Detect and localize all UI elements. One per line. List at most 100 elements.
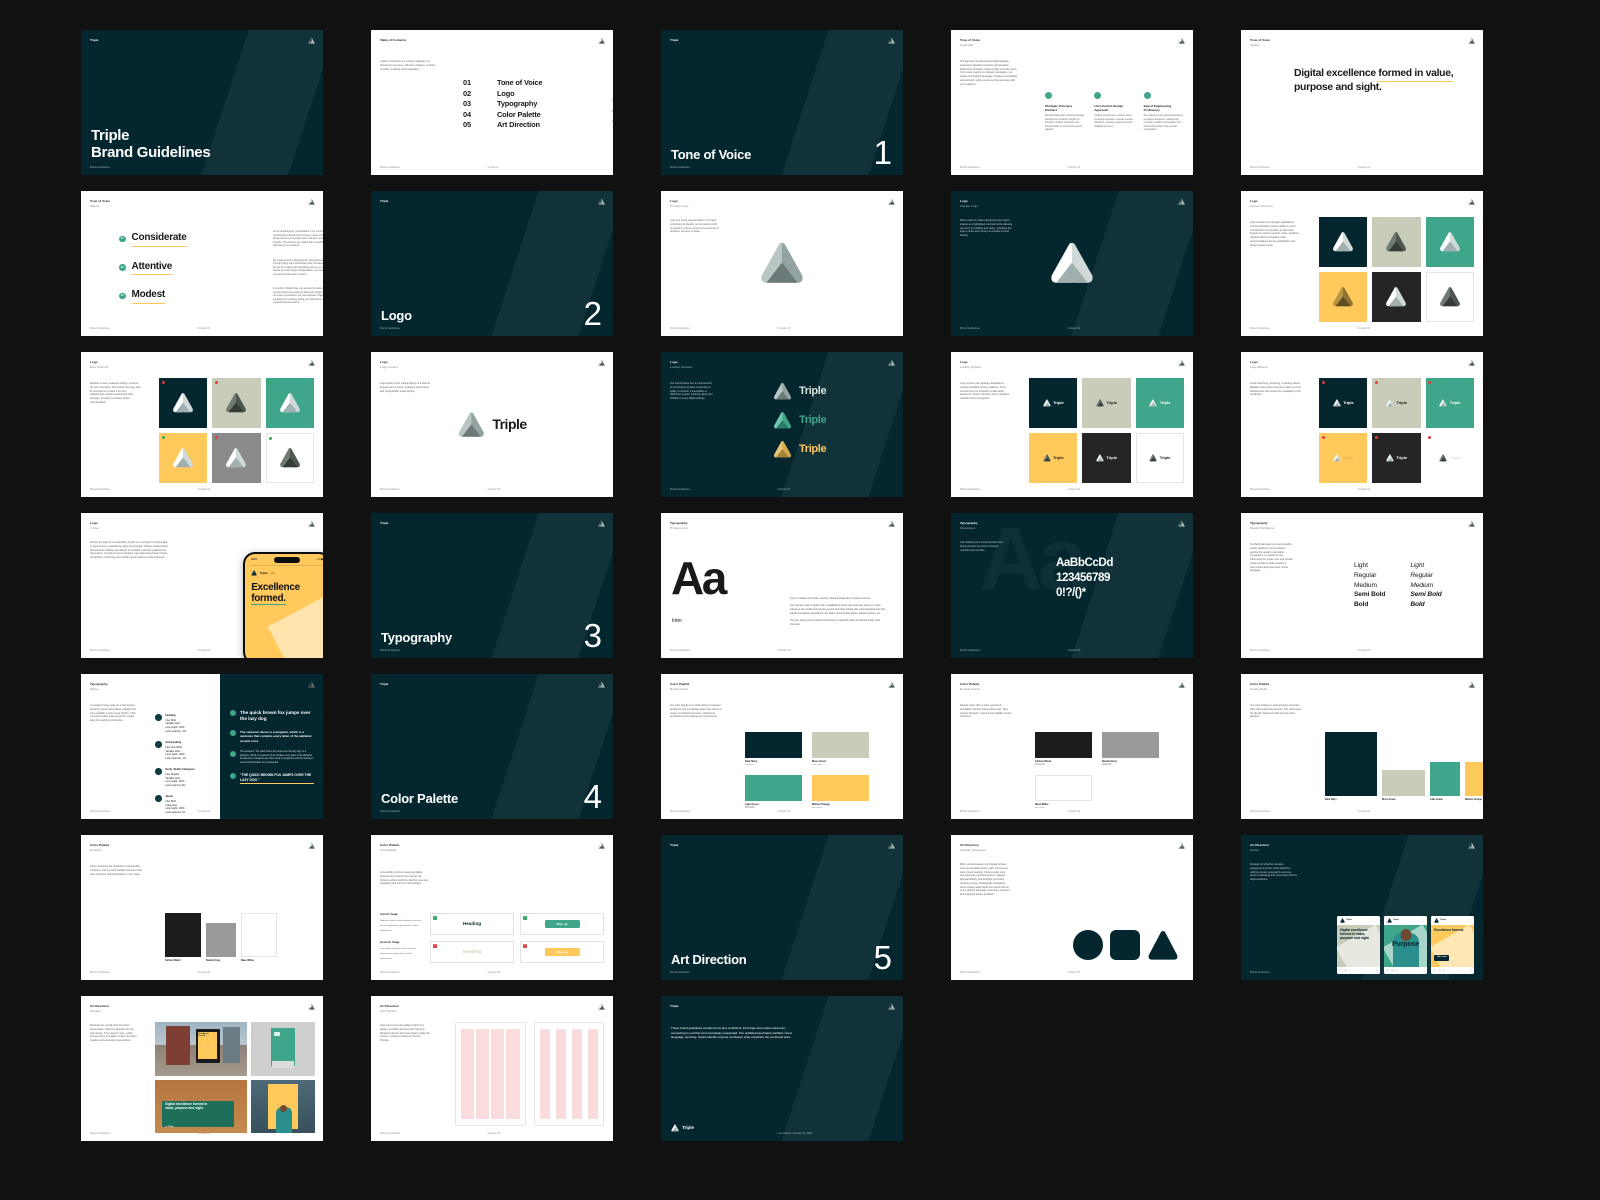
type-style-letterspacing: Letter spacing: 0% xyxy=(165,784,186,788)
logo-misuse-cell: Triple xyxy=(1319,378,1368,428)
slide-logo-mark xyxy=(308,359,315,366)
slide-header-title: Triple xyxy=(670,38,679,42)
slide-header-subtitle: Lockup Versions xyxy=(670,364,693,369)
slide-divider-typo[interactable]: Triple Brand Guidelines Typography 3 xyxy=(371,513,613,658)
slide-footer: Brand Guidelines Chapter 04 xyxy=(960,810,1184,814)
slide-logo-app[interactable]: Logo In Use Brand Guidelines Chapter 02 I… xyxy=(81,513,323,658)
slide-header-subtitle: Social xyxy=(1250,847,1259,852)
triple-logo-icon xyxy=(888,359,895,366)
footer-left: Brand Guidelines xyxy=(380,970,400,974)
awning-logo: ▲ Triple xyxy=(165,1125,174,1128)
footer-left: Brand Guidelines xyxy=(960,165,980,169)
slide-art-social[interactable]: Art Direction Social Brand Guidelines Ch… xyxy=(1241,835,1483,980)
slide-logo-mark xyxy=(308,198,315,205)
slide-cover[interactable]: Triple Brand Guidelines Triple Brand Guid… xyxy=(81,30,323,175)
grid-column xyxy=(555,1029,566,1119)
toc-item-page: 16 xyxy=(612,99,613,103)
slide-color-neutrals[interactable]: Color Palette Neutral Colors Brand Guide… xyxy=(951,674,1193,819)
slide-tone-approach[interactable]: Tone of Voice Approach Brand Guidelines … xyxy=(951,30,1193,175)
slide-typo-scale[interactable]: Typography Styles Brand Guidelines Chapt… xyxy=(81,674,323,819)
toc-item-number: 05 xyxy=(463,120,471,130)
toc-item[interactable]: 03 Typography 16 xyxy=(463,99,613,110)
slide-tone-values[interactable]: Tone of Voice Values Brand Guidelines Ch… xyxy=(81,191,323,336)
slide-logo-misuse[interactable]: Logo Logo Misuse Brand Guidelines Chapte… xyxy=(1241,352,1483,497)
more-icon: ⋯ xyxy=(1422,919,1425,922)
color-hex: #C9CCB9 xyxy=(812,763,823,766)
footer-left: Brand Guidelines xyxy=(670,165,690,169)
heading-sample: Heading xyxy=(462,948,482,954)
signup-button[interactable]: Sign up xyxy=(544,919,580,929)
bookmark-icon: ⌷ xyxy=(1422,968,1425,972)
slide-toc[interactable]: Table of Contents Brand Guidelines Conte… xyxy=(371,30,613,175)
logo-lockup: Triple xyxy=(457,411,527,439)
toc-item[interactable]: 04 Color Palette 22 xyxy=(463,110,613,121)
comment-icon: ▢ xyxy=(1391,968,1394,972)
weight-item: Medium xyxy=(1410,581,1434,589)
slide-color-primary[interactable]: Color Palette Brand Colors Brand Guideli… xyxy=(661,674,903,819)
toc-item[interactable]: 01 Tone of Voice 4 xyxy=(463,78,543,89)
slide-body-copy: Logo versions are strategic adaptations,… xyxy=(1250,221,1300,247)
slide-logo-mark xyxy=(888,37,895,44)
triple-logo-icon xyxy=(598,520,605,527)
slide-header: Logo Lockup Versions xyxy=(670,360,693,369)
signup-button[interactable]: Sign up xyxy=(544,947,580,957)
slide-tone-tagline[interactable]: Tone of Voice Tagline Brand Guidelines C… xyxy=(1241,30,1483,175)
slide-divider-art[interactable]: Triple Brand Guidelines Art Direction 5 xyxy=(661,835,903,980)
slide-header: Logo Logo Lockup xyxy=(380,360,398,369)
footer-right: Chapter 02 xyxy=(1067,326,1081,330)
slide-color-contrast[interactable]: Color Palette Contrast Brand Guidelines … xyxy=(81,835,323,980)
logo-misuse-cell: Triple xyxy=(1425,433,1474,483)
slide-closing[interactable]: Triple Last edition: January 20, 2024 The… xyxy=(661,996,903,1141)
footer-left: Brand Guidelines xyxy=(90,648,110,652)
slide-art-shapes[interactable]: Art Direction Graphic Language Brand Gui… xyxy=(951,835,1193,980)
slide-color-accessibility[interactable]: Color Palette Accessibility Brand Guidel… xyxy=(371,835,613,980)
logo-swatch xyxy=(212,433,261,483)
toc-item[interactable]: 02 Logo 8 xyxy=(463,89,542,100)
slide-typo-glyphs[interactable]: Typography Characters Brand Guidelines C… xyxy=(951,513,1193,658)
slide-logo-primary[interactable]: Logo Primary Logo Brand Guidelines Chapt… xyxy=(661,191,903,336)
slide-header: Art Direction Graphic Language xyxy=(960,843,985,852)
status-error-icon xyxy=(1428,435,1432,439)
slide-art-photography[interactable]: Art Direction Outdoor Brand Guidelines C… xyxy=(81,996,323,1141)
table-of-contents: 01 Tone of Voice 4 02 Logo 8 03 Typograp… xyxy=(463,78,613,131)
bookmark-icon: ⌷ xyxy=(1469,968,1472,972)
phone-headline-1: Excellence xyxy=(251,582,300,594)
slide-typo-weights[interactable]: Typography Weight Variations Brand Guide… xyxy=(1241,513,1483,658)
type-style-lineheight: Line height: 130% xyxy=(165,807,185,811)
slide-header-subtitle: Lockup System xyxy=(960,364,982,369)
slide-typo-family[interactable]: Typography Primary Font Brand Guidelines… xyxy=(661,513,903,658)
slide-header: Triple xyxy=(670,843,678,847)
triple-logo-icon xyxy=(761,242,803,283)
slide-divider-color[interactable]: Triple Brand Guidelines Color Palette 4 xyxy=(371,674,613,819)
toc-item[interactable]: 05 Art Direction 28 xyxy=(463,120,613,131)
logo-variant-list: Triple Triple Triple xyxy=(773,382,827,469)
slide-logo-inverse[interactable]: Logo Inverse Logo Brand Guidelines Chapt… xyxy=(951,191,1193,336)
slide-logo-versions[interactable]: Logo System Versions Brand Guidelines Ch… xyxy=(1241,191,1483,336)
slide-color-usage[interactable]: Color Palette Usage Ratio Brand Guidelin… xyxy=(1241,674,1483,819)
slide-footer: Brand Guidelines Chapter 03 xyxy=(670,649,894,653)
slide-footer: Brand Guidelines Chapter 04 xyxy=(90,971,314,975)
typeface-name: Inter xyxy=(672,618,683,624)
triple-logo-icon xyxy=(173,448,194,468)
slide-deck-overview: Triple Brand Guidelines Triple Brand Guid… xyxy=(0,0,1600,1200)
color-hex: #3FA68B xyxy=(745,806,755,809)
social-cta-button[interactable]: Join now xyxy=(1434,954,1450,961)
slide-divider-tone[interactable]: Triple Brand Guidelines Tone of Voice 1 xyxy=(661,30,903,175)
slide-body-copy: Grid system sets the spatial rhythm of a… xyxy=(380,1024,430,1042)
footer-left: Brand Guidelines xyxy=(670,326,690,330)
slide-logo-variants[interactable]: Logo Lockup Versions Brand Guidelines Ch… xyxy=(661,352,903,497)
slide-logo-lockup-grid[interactable]: Logo Lockup System Brand Guidelines Chap… xyxy=(951,352,1193,497)
slide-body-copy: Our approach is eloquent and approachabl… xyxy=(960,60,1018,86)
slide-header: Triple xyxy=(380,682,388,686)
footer-right: Chapter 02 xyxy=(1067,487,1081,491)
slide-art-grid[interactable]: Art Direction Grid System Brand Guidelin… xyxy=(371,996,613,1141)
slide-logo-lockup[interactable]: Logo Logo Lockup Brand Guidelines Chapte… xyxy=(371,352,613,497)
social-account-name: Triple xyxy=(1346,919,1352,922)
slide-divider-logo[interactable]: Triple Brand Guidelines Logo 2 xyxy=(371,191,613,336)
logo-wordmark: Triple xyxy=(492,416,527,433)
slide-logo-dos-donts[interactable]: Logo Do's & Don'ts Brand Guidelines Chap… xyxy=(81,352,323,497)
logo-wordmark: Triple xyxy=(799,414,827,427)
slide-body-copy: Our color strategy is built around a dom… xyxy=(1250,704,1302,719)
heart-icon: ♡ xyxy=(1433,968,1436,972)
status-error-icon xyxy=(1428,380,1432,384)
